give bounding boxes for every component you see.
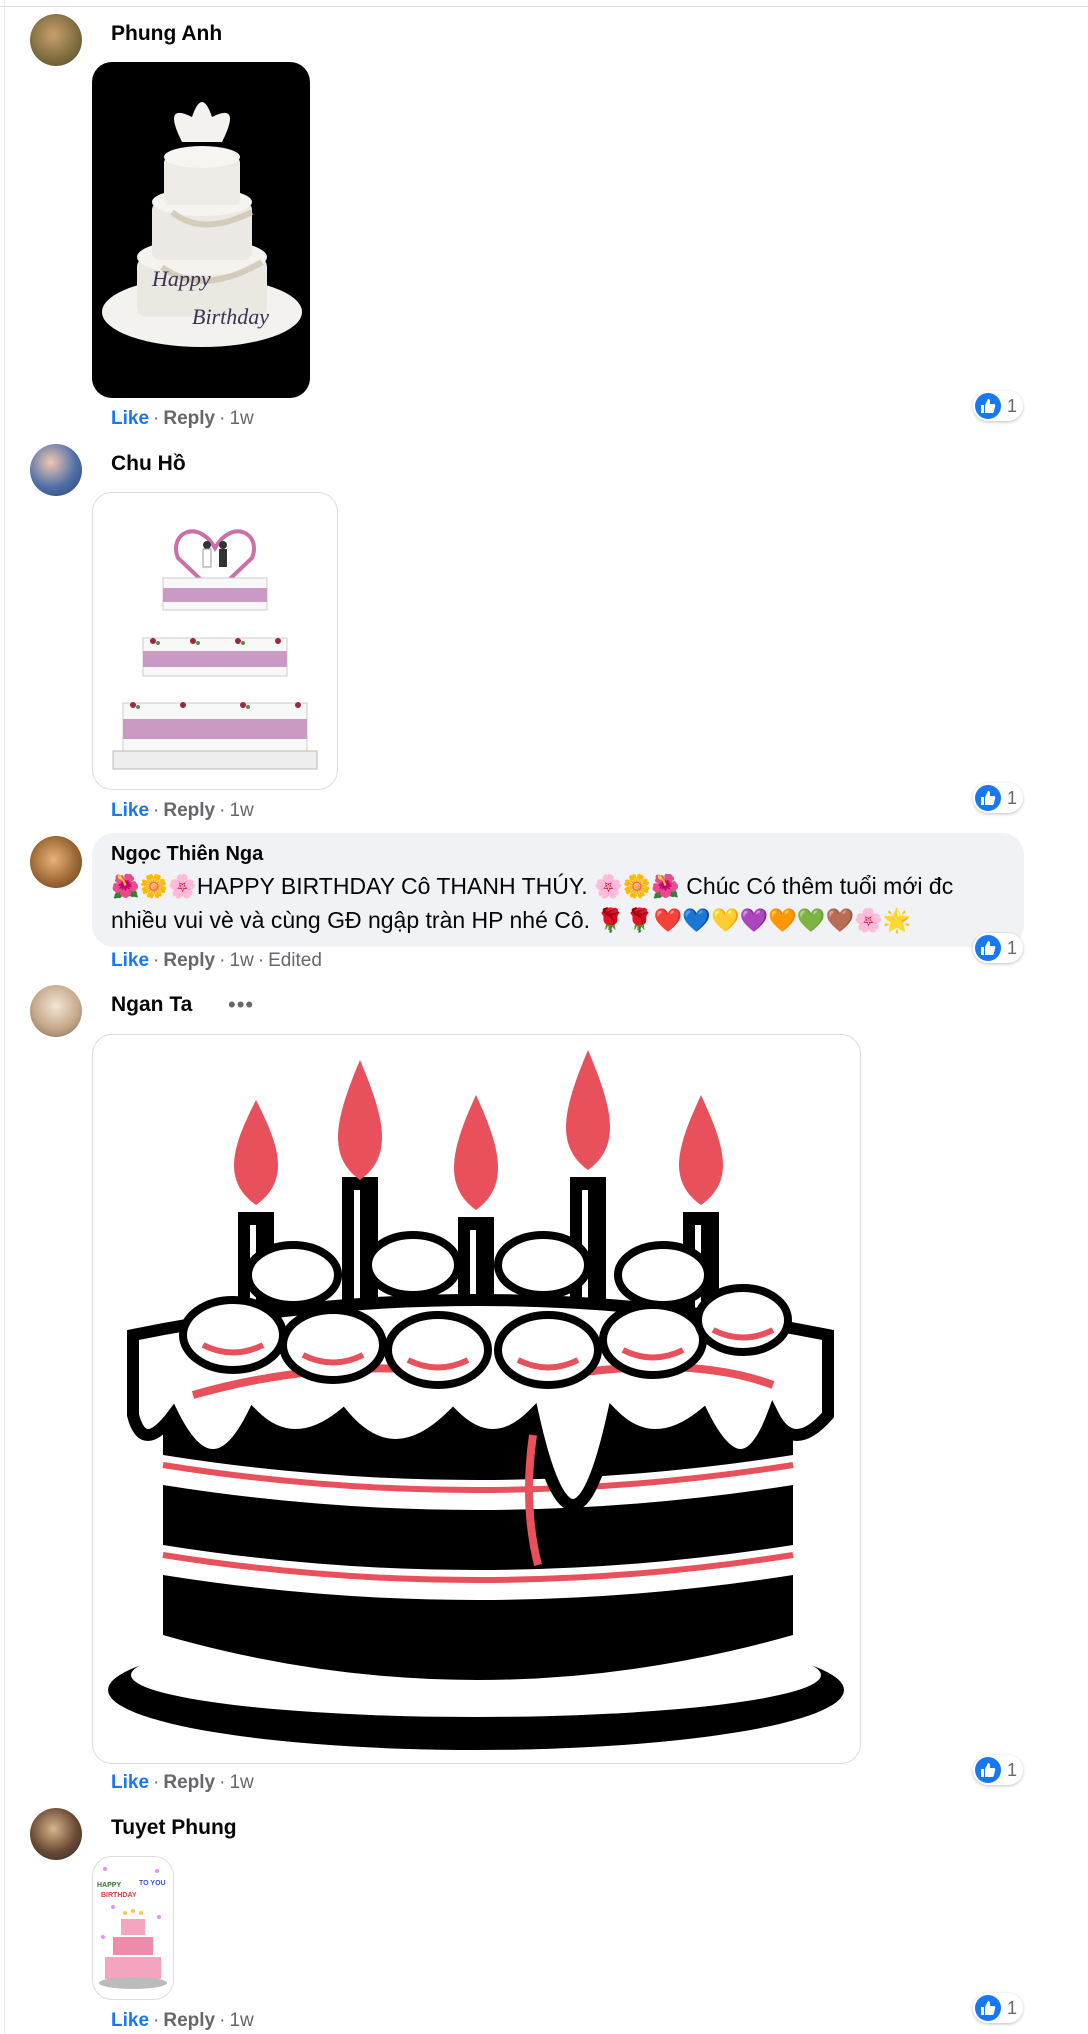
comment-author[interactable]: Ngọc Thiên Nga: [111, 843, 263, 866]
like-thumb-icon: [975, 1995, 1001, 2021]
avatar[interactable]: [30, 14, 82, 66]
comment-author[interactable]: Ngan Ta: [111, 993, 192, 1017]
comment-image[interactable]: Happy Birthday: [92, 62, 310, 398]
comment-author[interactable]: Tuyet Phung: [111, 1816, 237, 1840]
gif-text-happy: HAPPY: [97, 1882, 121, 1889]
cartoon-cake-image: [108, 1050, 844, 1750]
comment-image[interactable]: HAPPY BIRTHDAY TO YOU: [92, 1856, 174, 2000]
reaction-count[interactable]: 1: [973, 783, 1024, 813]
like-button[interactable]: Like: [111, 1772, 149, 1793]
comment-text: 🌺🌼🌸HAPPY BIRTHDAY Cô THANH THÚY. 🌸🌼🌺 Chú…: [111, 873, 954, 933]
like-thumb-icon: [975, 935, 1001, 961]
comment-actions: Like · Reply · 1w: [111, 408, 254, 429]
like-button[interactable]: Like: [111, 408, 149, 429]
comment-actions: Like · Reply · 1w · Edited: [111, 950, 322, 971]
like-button[interactable]: Like: [111, 950, 149, 971]
reaction-number: 1: [1007, 1759, 1018, 1780]
timestamp[interactable]: 1w: [229, 800, 253, 821]
more-options-icon[interactable]: •••: [228, 992, 254, 1018]
cake-text-birthday: Birthday: [192, 304, 269, 329]
reply-button[interactable]: Reply: [163, 950, 215, 971]
feed-left-border: [0, 0, 5, 2034]
timestamp[interactable]: 1w: [229, 408, 253, 429]
cake-text-happy: Happy: [151, 266, 211, 291]
reaction-count[interactable]: 1: [973, 1755, 1024, 1785]
reaction-number: 1: [1007, 787, 1018, 808]
comment-actions: Like · Reply · 1w: [111, 1772, 254, 1793]
reaction-number: 1: [1007, 1997, 1018, 2018]
reply-button[interactable]: Reply: [163, 1772, 215, 1793]
reaction-number: 1: [1007, 395, 1018, 416]
reply-button[interactable]: Reply: [163, 800, 215, 821]
comment-bubble: Ngọc Thiên Nga 🌺🌼🌸HAPPY BIRTHDAY Cô THAN…: [92, 833, 1024, 947]
avatar[interactable]: [30, 985, 82, 1037]
avatar[interactable]: [30, 444, 82, 496]
comment-actions: Like · Reply · 1w: [111, 2010, 254, 2031]
timestamp[interactable]: 1w: [229, 950, 253, 971]
like-thumb-icon: [975, 785, 1001, 811]
like-button[interactable]: Like: [111, 800, 149, 821]
avatar[interactable]: [30, 836, 82, 888]
comment-author[interactable]: Phung Anh: [111, 22, 222, 46]
comment-image[interactable]: [92, 492, 338, 790]
like-button[interactable]: Like: [111, 2010, 149, 2031]
like-thumb-icon: [975, 1757, 1001, 1783]
reaction-count[interactable]: 1: [973, 1993, 1024, 2023]
gif-text-to-you: TO YOU: [139, 1880, 166, 1887]
comment-image[interactable]: [92, 1034, 861, 1764]
birthday-gif-image: HAPPY BIRTHDAY TO YOU: [97, 1867, 167, 1989]
wedding-cake-image: [112, 529, 318, 770]
reaction-number: 1: [1007, 937, 1018, 958]
timestamp[interactable]: 1w: [229, 2010, 253, 2031]
cake-image: Happy Birthday: [102, 102, 302, 347]
gif-text-birthday: BIRTHDAY: [101, 1892, 137, 1899]
reply-button[interactable]: Reply: [163, 408, 215, 429]
avatar[interactable]: [30, 1808, 82, 1860]
comment-author[interactable]: Chu Hồ: [111, 452, 186, 476]
timestamp[interactable]: 1w: [229, 1772, 253, 1793]
edited-label[interactable]: Edited: [268, 950, 322, 971]
reaction-count[interactable]: 1: [973, 933, 1024, 963]
comment-actions: Like · Reply · 1w: [111, 800, 254, 821]
feed-top-border: [0, 0, 1088, 7]
reaction-count[interactable]: 1: [973, 391, 1024, 421]
like-thumb-icon: [975, 393, 1001, 419]
reply-button[interactable]: Reply: [163, 2010, 215, 2031]
